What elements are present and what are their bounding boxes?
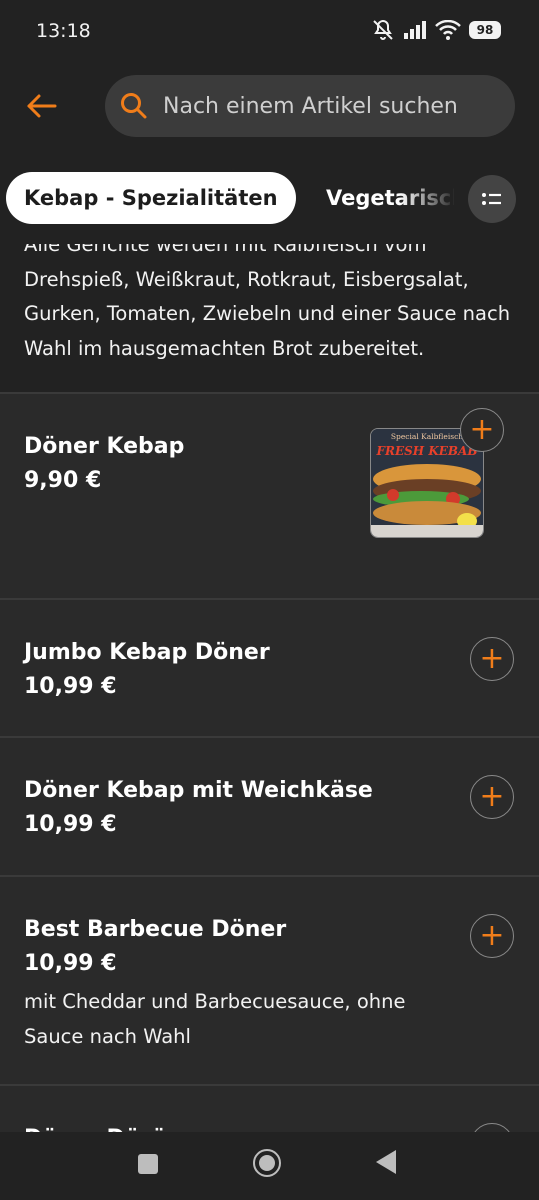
item-image-caption-2: FRESH KEBAB	[376, 444, 478, 458]
item-price: 10,99 €	[24, 951, 117, 976]
battery-level: 98	[476, 23, 494, 37]
recent-apps-icon[interactable]	[138, 1154, 158, 1174]
status-bar: 13:18 98	[0, 0, 539, 62]
signal-icon	[404, 21, 426, 39]
list-icon	[482, 193, 501, 205]
add-item-button[interactable]: +	[470, 637, 514, 681]
item-name: Jumbo Kebap Döner	[24, 640, 270, 665]
home-icon[interactable]	[253, 1149, 281, 1177]
item-name: Döner Kebap mit Weichkäse	[24, 778, 373, 803]
item-name: Döner Kebap	[24, 434, 185, 459]
menu-item[interactable]: Döner Kebap mit Weichkäse 10,99 € +	[0, 736, 539, 877]
category-description: Alle Gerichte werden mit Kalbfleisch vom…	[0, 244, 539, 392]
category-description-text: Alle Gerichte werden mit Kalbfleisch vom…	[24, 244, 511, 360]
tab-fade	[400, 172, 470, 224]
back-arrow-icon[interactable]	[24, 88, 60, 124]
add-item-button[interactable]: +	[460, 408, 504, 452]
header: Nach einem Artikel suchen Kebap - Spezia…	[0, 62, 539, 244]
search-bar[interactable]: Nach einem Artikel suchen	[105, 75, 515, 137]
back-triangle-icon[interactable]	[376, 1150, 396, 1174]
item-price: 9,90 €	[24, 468, 102, 493]
search-placeholder: Nach einem Artikel suchen	[163, 93, 458, 119]
category-tabs: Kebap - Spezialitäten Vegetarisch	[0, 172, 539, 228]
tab-kebap-spezialitaeten[interactable]: Kebap - Spezialitäten	[6, 172, 296, 224]
category-list-button[interactable]	[468, 175, 516, 223]
menu-item[interactable]: Jumbo Kebap Döner 10,99 € +	[0, 598, 539, 738]
mute-icon	[373, 19, 393, 40]
status-time: 13:18	[36, 20, 91, 42]
status-icons: 98	[371, 18, 501, 42]
add-item-button[interactable]: +	[470, 914, 514, 958]
menu-item[interactable]: Best Barbecue Döner 10,99 € mit Cheddar …	[0, 875, 539, 1086]
item-price: 10,99 €	[24, 674, 117, 699]
item-description: mit Cheddar und Barbecuesauce, ohne Sauc…	[24, 990, 406, 1048]
menu-item[interactable]: Döner Kebap 9,90 € Special Kalbfleisch F…	[0, 392, 539, 600]
item-image-caption-1: Special Kalbfleisch	[391, 432, 463, 441]
search-icon	[121, 93, 147, 119]
add-item-button[interactable]: +	[470, 775, 514, 819]
item-price: 10,99 €	[24, 812, 117, 837]
battery-icon: 98	[469, 21, 501, 39]
wifi-icon	[435, 20, 461, 40]
system-navigation-bar	[0, 1132, 539, 1200]
item-name: Best Barbecue Döner	[24, 917, 287, 942]
